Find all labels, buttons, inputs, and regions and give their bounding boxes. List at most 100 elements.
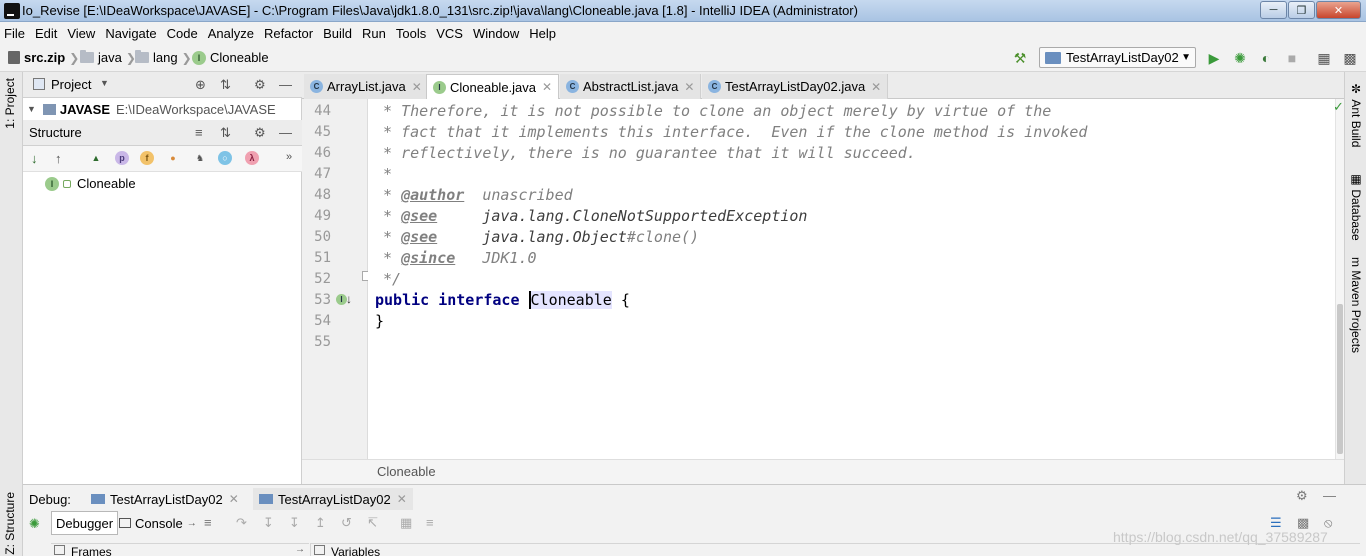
ant-build-tab[interactable]: ✼ Ant Build bbox=[1349, 82, 1363, 147]
sdk-manager-icon[interactable]: ▩ bbox=[1342, 50, 1358, 66]
more-icon[interactable]: » bbox=[286, 151, 292, 163]
close-tab-icon[interactable]: ✕ bbox=[229, 492, 239, 506]
project-tool-tab[interactable]: 1: Project bbox=[3, 78, 17, 129]
menu-code[interactable]: Code bbox=[167, 26, 198, 41]
hide-icon[interactable]: — bbox=[1323, 488, 1336, 503]
hide-icon[interactable]: — bbox=[279, 125, 292, 140]
collapse-all-icon[interactable]: ⇅ bbox=[220, 77, 231, 93]
editor-scrollbar[interactable]: ✓ bbox=[1333, 99, 1344, 459]
run-icon[interactable]: ▶ bbox=[1206, 50, 1222, 66]
menu-view[interactable]: View bbox=[67, 26, 95, 41]
menu-tools[interactable]: Tools bbox=[396, 26, 426, 41]
show-execution-point-icon[interactable]: ↷ bbox=[236, 515, 247, 531]
pin-arrow-icon[interactable]: → bbox=[295, 544, 305, 555]
menu-vcs[interactable]: VCS bbox=[436, 26, 463, 41]
menu-analyze[interactable]: Analyze bbox=[208, 26, 254, 41]
expand-all-icon[interactable]: ≡ bbox=[195, 125, 203, 140]
menu-refactor[interactable]: Refactor bbox=[264, 26, 313, 41]
breadcrumb-lang[interactable]: lang ❯ bbox=[135, 50, 196, 65]
run-configuration-select[interactable]: TestArrayListDay02 ▼ bbox=[1039, 47, 1196, 68]
build-hammer-icon[interactable]: ⚒ bbox=[1012, 50, 1028, 66]
menu-file[interactable]: File bbox=[4, 26, 25, 41]
structure-item[interactable]: I Cloneable bbox=[45, 176, 136, 191]
console-tab[interactable]: Console → bbox=[115, 511, 201, 535]
database-tab[interactable]: ▦ Database bbox=[1349, 172, 1363, 241]
menu-window[interactable]: Window bbox=[473, 26, 519, 41]
anonymous-classes-icon[interactable]: ♞ bbox=[193, 151, 207, 165]
debug-bug-icon[interactable]: ✺ bbox=[1232, 50, 1248, 66]
layout-icon[interactable]: ≡ bbox=[204, 515, 212, 530]
pin-arrow-icon[interactable]: → bbox=[187, 518, 197, 529]
drop-frame-icon[interactable]: ↺ bbox=[341, 515, 352, 531]
close-tab-icon[interactable]: ✕ bbox=[684, 80, 694, 94]
show-non-public-icon[interactable]: ● bbox=[166, 151, 180, 165]
close-button[interactable]: ✕ bbox=[1316, 1, 1361, 19]
ant-icon: ✼ bbox=[1349, 82, 1363, 100]
intellij-logo-icon bbox=[4, 3, 20, 19]
tab-testarraylistday02[interactable]: C TestArrayListDay02.java ✕ bbox=[702, 74, 889, 99]
show-toplevel-icon[interactable]: ○ bbox=[218, 151, 232, 165]
project-tree-root[interactable]: ▼ JAVASE E:\IDeaWorkspace\JAVASE bbox=[23, 98, 302, 120]
scrollbar-thumb[interactable] bbox=[1337, 304, 1343, 454]
stop-icon[interactable]: ■ bbox=[1284, 50, 1300, 66]
breadcrumb-java[interactable]: java ❯ bbox=[80, 50, 140, 65]
comment-star: * bbox=[383, 249, 402, 267]
chevron-down-icon[interactable]: ▼ bbox=[100, 78, 109, 88]
debugger-tab[interactable]: Debugger bbox=[51, 511, 119, 535]
menu-build[interactable]: Build bbox=[323, 26, 352, 41]
code-line-49: * @see java.lang.CloneNotSupportedExcept… bbox=[383, 207, 807, 225]
menu-edit[interactable]: Edit bbox=[35, 26, 57, 41]
crumb-label: Cloneable bbox=[210, 50, 269, 65]
line-number: 50 bbox=[314, 229, 331, 245]
run-with-coverage-icon[interactable]: ◐ bbox=[1258, 50, 1274, 66]
step-over-icon[interactable]: ↧ bbox=[263, 515, 274, 531]
breadcrumb-cloneable[interactable]: I Cloneable bbox=[192, 50, 269, 65]
javadoc-reference[interactable]: java.lang.CloneNotSupportedException bbox=[437, 207, 807, 225]
gear-icon[interactable]: ⚙ bbox=[1296, 488, 1308, 504]
sort-alphabetically-icon[interactable]: ↑ bbox=[55, 151, 62, 166]
tab-arraylist[interactable]: C ArrayList.java ✕ bbox=[304, 74, 429, 99]
console-icon bbox=[119, 518, 131, 528]
show-properties-icon[interactable]: p bbox=[115, 151, 129, 165]
show-inherited-icon[interactable]: ▲ bbox=[89, 151, 103, 165]
minimize-button[interactable]: ─ bbox=[1260, 1, 1287, 19]
maximize-button[interactable]: ❐ bbox=[1288, 1, 1315, 19]
debug-session-tab[interactable]: TestArrayListDay02 ✕ bbox=[85, 488, 245, 510]
step-into-icon[interactable]: ↧ bbox=[289, 515, 300, 531]
hide-icon[interactable]: — bbox=[279, 77, 292, 92]
evaluate-expression-icon[interactable]: ▦ bbox=[400, 515, 412, 531]
maven-projects-tab[interactable]: m Maven Projects bbox=[1349, 257, 1363, 353]
lambdas-icon[interactable]: λ bbox=[245, 151, 259, 165]
tab-abstractlist[interactable]: C AbstractList.java ✕ bbox=[560, 74, 702, 99]
debug-session-tab-active[interactable]: TestArrayListDay02 ✕ bbox=[253, 488, 413, 510]
close-tab-icon[interactable]: ✕ bbox=[397, 492, 407, 506]
tab-cloneable[interactable]: I Cloneable.java ✕ bbox=[426, 74, 560, 99]
resume-bug-icon[interactable]: ✺ bbox=[29, 516, 40, 532]
gear-icon[interactable]: ⚙ bbox=[254, 77, 266, 93]
sort-by-visibility-icon[interactable]: ↓ bbox=[31, 151, 38, 166]
menu-run[interactable]: Run bbox=[362, 26, 386, 41]
structure-tool-tab[interactable]: Z: Structure bbox=[3, 492, 17, 555]
run-to-cursor-icon[interactable]: ↸ bbox=[367, 515, 378, 531]
expand-arrow-icon[interactable]: ▼ bbox=[27, 104, 36, 114]
project-title[interactable]: Project bbox=[51, 77, 91, 92]
editor-breadcrumb[interactable]: Cloneable bbox=[377, 464, 436, 479]
locate-icon[interactable]: ⊕ bbox=[195, 77, 206, 93]
menu-navigate[interactable]: Navigate bbox=[105, 26, 156, 41]
breadcrumb-src-zip[interactable]: src.zip ❯ bbox=[8, 50, 83, 65]
code-editor[interactable]: * Therefore, it is not possible to clone… bbox=[368, 99, 1335, 459]
inspection-ok-icon[interactable]: ✓ bbox=[1333, 99, 1344, 115]
interface-name[interactable]: Cloneable bbox=[528, 291, 612, 309]
collapse-all-icon[interactable]: ⇅ bbox=[220, 125, 231, 141]
step-out-icon[interactable]: ↥ bbox=[315, 515, 326, 531]
javadoc-reference[interactable]: java.lang.Object bbox=[437, 228, 627, 246]
close-tab-icon[interactable]: ✕ bbox=[871, 80, 881, 94]
show-fields-icon[interactable]: f bbox=[140, 151, 154, 165]
trace-icon[interactable]: ≡ bbox=[426, 515, 434, 530]
project-structure-icon[interactable]: ▦ bbox=[1316, 50, 1332, 66]
close-tab-icon[interactable]: ✕ bbox=[542, 80, 552, 94]
implementations-arrow-icon[interactable]: ↓ bbox=[346, 292, 352, 306]
menu-help[interactable]: Help bbox=[529, 26, 556, 41]
close-tab-icon[interactable]: ✕ bbox=[412, 80, 422, 94]
gear-icon[interactable]: ⚙ bbox=[254, 125, 266, 141]
